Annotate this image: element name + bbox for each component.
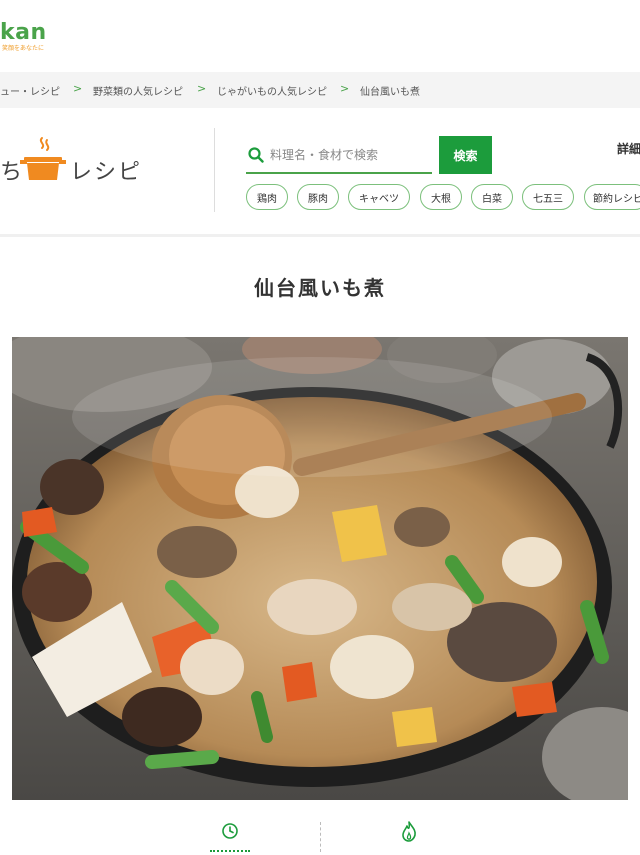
recipe-title: 仙台風いも煮	[254, 276, 386, 300]
tag-label: 七五三	[533, 193, 563, 205]
brand-logo[interactable]: kan	[0, 20, 47, 45]
tag-label: 豚肉	[308, 193, 328, 205]
tag-daikon[interactable]: 大根	[420, 184, 462, 210]
tag-pork[interactable]: 豚肉	[297, 184, 339, 210]
tag-hakusai[interactable]: 白菜	[471, 184, 513, 210]
tag-shichigosan[interactable]: 七五三	[522, 184, 574, 210]
imoni-pot-illustration	[12, 337, 628, 800]
clock-icon	[222, 823, 238, 839]
detail-search-link[interactable]: 詳細	[617, 140, 640, 157]
chevron-right-icon: >	[197, 82, 207, 95]
brand-tagline: 笑顔をあなたに	[2, 45, 45, 52]
breadcrumb-item-menu[interactable]: ュー・レシピ	[0, 83, 60, 98]
tag-label: キャベツ	[359, 193, 399, 205]
flame-icon	[402, 821, 416, 842]
search-input[interactable]	[268, 142, 432, 168]
search-box	[246, 138, 432, 174]
section-divider	[0, 234, 640, 237]
pot-icon	[20, 137, 66, 180]
header-divider	[214, 128, 215, 212]
tag-label: 大根	[431, 193, 451, 205]
breadcrumb-item-vegetables[interactable]: 野菜類の人気レシピ	[93, 83, 183, 98]
tag-chicken[interactable]: 鶏肉	[246, 184, 288, 210]
breadcrumb-item-potato[interactable]: じゃがいもの人気レシピ	[217, 83, 327, 98]
recipe-photo	[12, 337, 628, 800]
tag-cabbage[interactable]: キャベツ	[348, 184, 410, 210]
chevron-right-icon: >	[340, 82, 350, 95]
logo-text-recipe: レシピ	[70, 160, 143, 185]
tag-label: 白菜	[482, 193, 502, 205]
stat-divider	[320, 822, 321, 852]
search-icon	[248, 147, 264, 163]
search-button[interactable]: 検索	[439, 136, 492, 174]
tag-label: 節約レシピ	[593, 193, 640, 205]
breadcrumb: ュー・レシピ > 野菜類の人気レシピ > じゃがいもの人気レシピ > 仙台風いも…	[0, 72, 640, 108]
tag-budget[interactable]: 節約レシピ	[584, 184, 640, 210]
breadcrumb-item-current: 仙台風いも煮	[360, 87, 420, 98]
tag-label: 鶏肉	[257, 193, 277, 205]
chevron-right-icon: >	[73, 82, 83, 95]
